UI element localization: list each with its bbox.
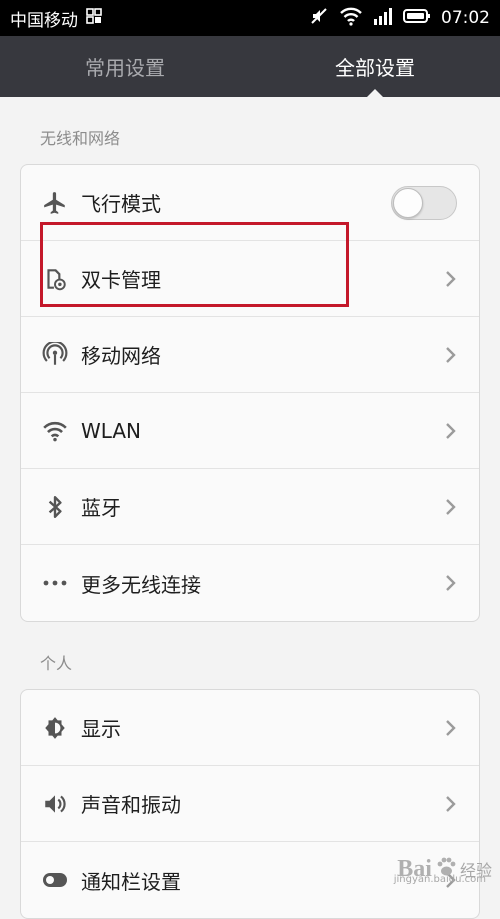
chevron-right-icon bbox=[445, 346, 457, 364]
settings-row-more-wireless[interactable]: 更多无线连接 bbox=[21, 545, 479, 621]
settings-row-label: 更多无线连接 bbox=[81, 572, 201, 597]
sound-icon bbox=[41, 790, 69, 818]
carrier-name: 中国移动 bbox=[10, 10, 78, 31]
dual-sim-icon bbox=[41, 265, 69, 293]
airplane-icon bbox=[41, 189, 69, 217]
wireless-settings-card: 飞行模式 双卡管理 移动网络 WLAN 蓝牙 更多无线连接 bbox=[20, 164, 480, 622]
settings-row-bluetooth[interactable]: 蓝牙 bbox=[21, 469, 479, 545]
settings-row-sound[interactable]: 声音和振动 bbox=[21, 766, 479, 842]
settings-row-label: 双卡管理 bbox=[81, 268, 161, 292]
notification-toggle-icon bbox=[41, 866, 69, 894]
settings-tab-bar: 常用设置 全部设置 bbox=[0, 36, 500, 98]
chevron-right-icon bbox=[445, 719, 457, 737]
toggle-knob bbox=[393, 187, 423, 218]
mute-icon bbox=[309, 6, 329, 31]
settings-row-wlan[interactable]: WLAN bbox=[21, 393, 479, 469]
wifi-icon bbox=[41, 417, 69, 445]
settings-row-display[interactable]: 显示 bbox=[21, 690, 479, 766]
bluetooth-icon bbox=[41, 493, 69, 521]
tab-common-settings[interactable]: 常用设置 bbox=[0, 36, 250, 97]
settings-row-label: 飞行模式 bbox=[81, 192, 161, 216]
wifi-signal-icon bbox=[339, 6, 363, 31]
settings-row-label: 显示 bbox=[81, 717, 121, 741]
mobile-network-icon bbox=[41, 341, 69, 369]
section-title-wireless: 无线和网络 bbox=[40, 129, 121, 148]
chevron-right-icon bbox=[445, 574, 457, 592]
settings-row-dual-sim[interactable]: 双卡管理 bbox=[21, 241, 479, 317]
brightness-icon bbox=[41, 714, 69, 742]
chevron-right-icon bbox=[445, 422, 457, 440]
status-bar: 中国移动 07:02 bbox=[0, 0, 500, 36]
chevron-right-icon bbox=[445, 498, 457, 516]
section-title-personal: 个人 bbox=[40, 654, 73, 673]
settings-row-label: 蓝牙 bbox=[81, 496, 121, 520]
chevron-right-icon bbox=[445, 795, 457, 813]
more-dots-icon bbox=[41, 569, 69, 597]
settings-row-mobile-network[interactable]: 移动网络 bbox=[21, 317, 479, 393]
baidu-watermark: Bai 经验 jingyan.baidu.com bbox=[393, 855, 492, 886]
airplane-mode-toggle[interactable] bbox=[391, 185, 457, 220]
active-tab-indicator bbox=[366, 89, 384, 98]
tab-all-settings[interactable]: 全部设置 bbox=[250, 36, 500, 97]
settings-row-label: 通知栏设置 bbox=[81, 869, 181, 894]
watermark-url: jingyan.baidu.com bbox=[393, 874, 486, 885]
settings-row-label: 移动网络 bbox=[81, 344, 161, 368]
clock: 07:02 bbox=[441, 8, 490, 28]
settings-row-label: WLAN bbox=[81, 418, 142, 443]
settings-row-airplane-mode[interactable]: 飞行模式 bbox=[21, 165, 479, 241]
settings-row-label: 声音和振动 bbox=[81, 793, 181, 817]
cell-signal-icon bbox=[373, 6, 393, 31]
app-grid-icon bbox=[86, 7, 102, 29]
chevron-right-icon bbox=[445, 270, 457, 288]
battery-icon bbox=[403, 8, 431, 29]
